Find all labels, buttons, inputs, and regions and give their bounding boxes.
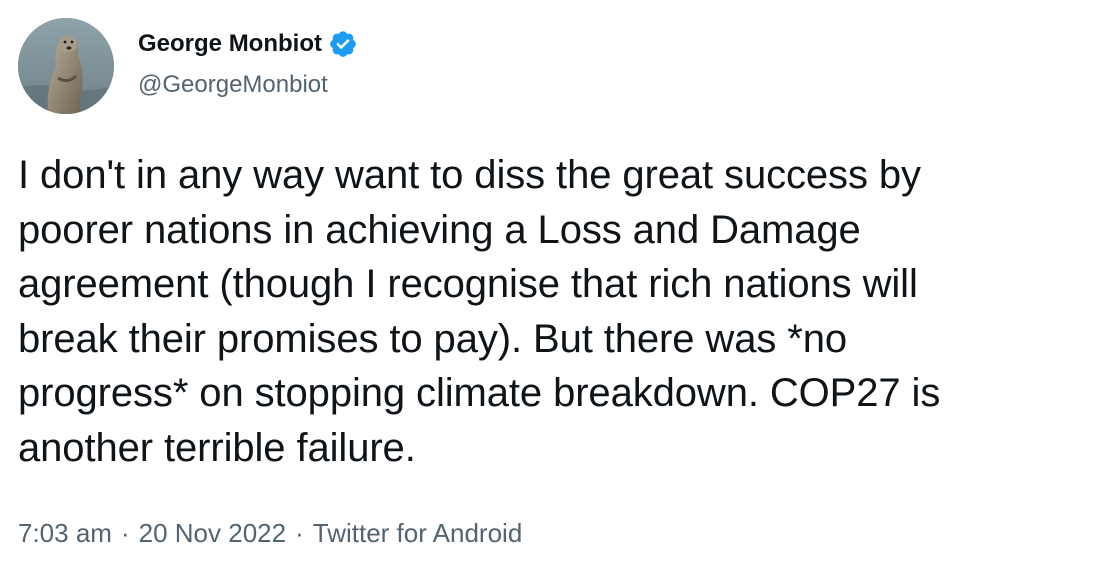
tweet-meta: 7:03 am · 20 Nov 2022 · Twitter for Android [18,516,522,550]
tweet-time-link[interactable]: 7:03 am [18,518,112,548]
meta-separator: · [295,518,304,548]
otter-avatar-image [18,18,114,114]
verified-badge-icon [328,29,358,59]
tweet-text-line: poorer nations in achieving a Loss and D… [18,207,861,252]
tweet-text: I don't in any way want to diss the grea… [18,148,1088,475]
author-handle[interactable]: @GeorgeMonbiot [138,70,328,100]
tweet-source-link[interactable]: Twitter for Android [313,518,523,548]
tweet-text-line: break their promises to pay). But there … [18,316,848,361]
tweet-date-link[interactable]: 20 Nov 2022 [139,518,286,548]
avatar[interactable] [18,18,114,114]
tweet-text-line: agreement (though I recognise that rich … [18,262,918,306]
author-name-text: George Monbiot [138,30,322,57]
tweet-card: George Monbiot @GeorgeMonbiot I don't in… [0,0,1098,563]
tweet-text-line: another terrible failure. [18,425,416,470]
tweet-text-line: progress* on stopping climate breakdown.… [18,371,941,415]
meta-separator: · [120,518,130,548]
tweet-text-line: I don't in any way want to diss the grea… [18,153,921,197]
author-name[interactable]: George Monbiot [138,28,358,60]
